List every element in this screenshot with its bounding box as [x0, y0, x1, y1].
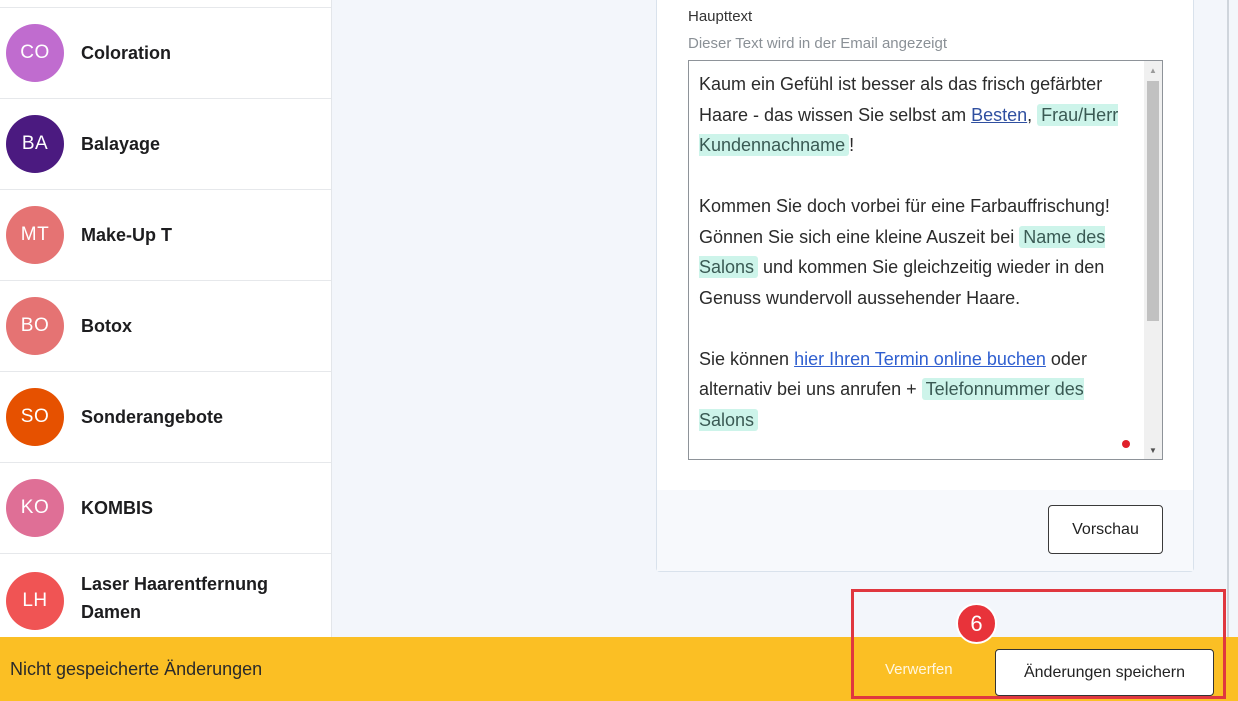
unsaved-changes-bar: Nicht gespeicherte Änderungen Verwerfen … — [0, 637, 1238, 701]
save-changes-button[interactable]: Änderungen speichern — [995, 649, 1214, 696]
avatar: LH — [6, 572, 64, 630]
scroll-thumb[interactable] — [1147, 81, 1159, 321]
sidebar-item-make-up[interactable]: MT Make-Up T — [0, 190, 331, 281]
category-sidebar: CO Coloration BA Balayage MT Make-Up T B… — [0, 0, 332, 637]
spellcheck-dot-icon — [1122, 440, 1130, 448]
sidebar-item-botox[interactable]: BO Botox — [0, 281, 331, 372]
sidebar-item-label: Laser Haarentfernung Damen — [81, 574, 269, 622]
avatar: KO — [6, 479, 64, 537]
sidebar-item-label: Sonderangebote — [81, 407, 224, 427]
editor-content[interactable]: Kaum ein Gefühl ist besser als das frisc… — [699, 69, 1137, 459]
sidebar-item-coloration[interactable]: CO Coloration — [0, 8, 331, 99]
preview-button[interactable]: Vorschau — [1048, 505, 1163, 554]
avatar: CO — [6, 24, 64, 82]
field-hint: Dieser Text wird in der Email angezeigt — [688, 35, 948, 52]
step-number-badge: 6 — [956, 603, 997, 644]
booking-link[interactable]: hier Ihren Termin online buchen — [794, 349, 1046, 369]
email-editor-card: Haupttext Dieser Text wird in der Email … — [656, 0, 1194, 572]
sidebar-item-label: Balayage — [81, 134, 161, 154]
avatar: SO — [6, 388, 64, 446]
sidebar-item-laser-haarentfernung[interactable]: LH Laser Haarentfernung Damen — [0, 554, 331, 637]
text-link[interactable]: Besten — [971, 105, 1027, 125]
avatar: MT — [6, 206, 64, 264]
text: Sie können — [699, 348, 795, 369]
scroll-up-arrow-icon[interactable]: ▲ — [1144, 61, 1162, 79]
paragraph: Sie können hier Ihren Termin online buch… — [699, 344, 1137, 436]
text: ! — [849, 135, 855, 155]
sidebar-item-label: KOMBIS — [81, 498, 153, 518]
discard-button[interactable]: Verwerfen — [885, 661, 953, 678]
unsaved-changes-text: Nicht gespeicherte Änderungen — [10, 659, 263, 679]
page-scrollbar[interactable] — [1227, 0, 1229, 637]
editor-scrollbar[interactable]: ▲ ▼ — [1144, 61, 1162, 459]
sidebar-item-sonderangebote[interactable]: SO Sonderangebote — [0, 372, 331, 463]
paragraph: Kaum ein Gefühl ist besser als das frisc… — [699, 69, 1137, 161]
sidebar-item-label: Botox — [81, 316, 132, 336]
text: , — [1027, 104, 1038, 125]
sidebar-item-kombis[interactable]: KO KOMBIS — [0, 463, 331, 554]
avatar: BO — [6, 297, 64, 355]
scroll-down-arrow-icon[interactable]: ▼ — [1144, 441, 1162, 459]
card-body: Haupttext Dieser Text wird in der Email … — [657, 0, 1193, 490]
sidebar-item-balayage[interactable]: BA Balayage — [0, 99, 331, 190]
sidebar-item-label: Make-Up T — [81, 225, 173, 245]
avatar: BA — [6, 115, 64, 173]
field-label: Haupttext — [688, 8, 753, 25]
sidebar-item-label: Coloration — [81, 43, 171, 63]
paragraph: Kommen Sie doch vorbei für eine Farbauff… — [699, 191, 1137, 313]
main-text-editor[interactable]: Kaum ein Gefühl ist besser als das frisc… — [688, 60, 1163, 460]
text: und kommen Sie gleichzeitig wieder in de… — [699, 257, 1105, 308]
